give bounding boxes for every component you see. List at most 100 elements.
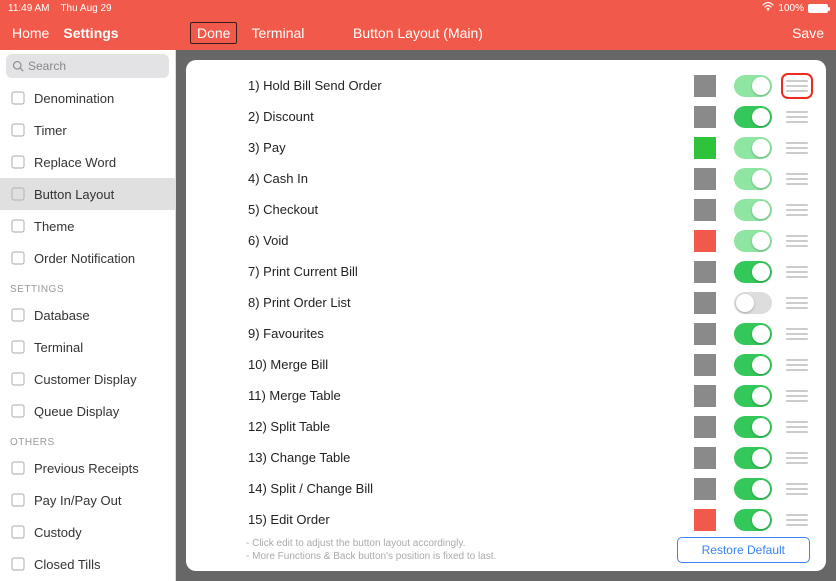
- toggle[interactable]: [734, 230, 772, 252]
- coins-icon: [10, 90, 26, 106]
- layout-row: 15) Edit Order: [198, 504, 814, 533]
- drag-handle-icon[interactable]: [786, 357, 808, 373]
- sidebar-item[interactable]: Theme: [0, 210, 175, 242]
- terminal-link[interactable]: Terminal: [251, 25, 304, 41]
- color-swatch[interactable]: [694, 106, 716, 128]
- color-swatch[interactable]: [694, 292, 716, 314]
- drag-handle-icon[interactable]: [786, 171, 808, 187]
- sidebar-item[interactable]: Customer Display: [0, 363, 175, 395]
- sidebar-item[interactable]: Queue Display: [0, 395, 175, 427]
- done-button[interactable]: Done: [190, 22, 237, 44]
- button-layout-panel: 1) Hold Bill Send Order2) Discount3) Pay…: [186, 60, 826, 571]
- layout-row: 11) Merge Table: [198, 380, 814, 411]
- layout-row: 3) Pay: [198, 132, 814, 163]
- sidebar-item[interactable]: Replace Word: [0, 146, 175, 178]
- drag-handle-icon[interactable]: [786, 450, 808, 466]
- save-button[interactable]: Save: [792, 25, 824, 41]
- drag-handle-icon[interactable]: [786, 202, 808, 218]
- color-swatch[interactable]: [694, 478, 716, 500]
- color-swatch[interactable]: [694, 416, 716, 438]
- restore-default-button[interactable]: Restore Default: [677, 537, 810, 563]
- drag-handle-icon[interactable]: [786, 295, 808, 311]
- color-swatch[interactable]: [694, 261, 716, 283]
- bell-icon: [10, 250, 26, 266]
- drag-handle-icon[interactable]: [786, 419, 808, 435]
- palette-icon: [10, 218, 26, 234]
- color-swatch[interactable]: [694, 75, 716, 97]
- drag-handle-icon[interactable]: [786, 388, 808, 404]
- drag-handle-icon[interactable]: [786, 78, 808, 94]
- page-title: Button Layout (Main): [353, 25, 483, 41]
- toggle[interactable]: [734, 168, 772, 190]
- sidebar-item[interactable]: Order Notification: [0, 242, 175, 274]
- queue-icon: [10, 403, 26, 419]
- sidebar-item[interactable]: Button Layout: [0, 178, 175, 210]
- row-label: 5) Checkout: [198, 202, 694, 217]
- toggle[interactable]: [734, 261, 772, 283]
- color-swatch[interactable]: [694, 447, 716, 469]
- sidebar-item[interactable]: Custody: [0, 516, 175, 548]
- color-swatch[interactable]: [694, 323, 716, 345]
- toggle[interactable]: [734, 75, 772, 97]
- lock-icon: [10, 524, 26, 540]
- color-swatch[interactable]: [694, 354, 716, 376]
- drag-handle-icon[interactable]: [786, 481, 808, 497]
- sidebar-item-label: Custody: [34, 525, 82, 540]
- layout-row: 8) Print Order List: [198, 287, 814, 318]
- till-icon: [10, 556, 26, 572]
- color-swatch[interactable]: [694, 168, 716, 190]
- database-icon: [10, 307, 26, 323]
- toggle[interactable]: [734, 447, 772, 469]
- sidebar-item[interactable]: Timer: [0, 114, 175, 146]
- sidebar-item-label: Replace Word: [34, 155, 116, 170]
- sidebar-item[interactable]: Denomination: [0, 82, 175, 114]
- color-swatch[interactable]: [694, 230, 716, 252]
- toggle[interactable]: [734, 385, 772, 407]
- row-label: 15) Edit Order: [198, 512, 694, 527]
- home-link[interactable]: Home: [12, 25, 49, 41]
- search-icon: [12, 60, 24, 72]
- terminal-icon: [10, 339, 26, 355]
- toggle[interactable]: [734, 292, 772, 314]
- color-swatch[interactable]: [694, 385, 716, 407]
- toggle[interactable]: [734, 137, 772, 159]
- layout-row: 9) Favourites: [198, 318, 814, 349]
- toggle[interactable]: [734, 509, 772, 531]
- drag-handle-icon[interactable]: [786, 233, 808, 249]
- sidebar-item-label: Queue Display: [34, 404, 119, 419]
- drag-handle-icon[interactable]: [786, 512, 808, 528]
- toggle[interactable]: [734, 354, 772, 376]
- status-time: 11:49 AM: [8, 3, 50, 14]
- row-label: 6) Void: [198, 233, 694, 248]
- color-swatch[interactable]: [694, 199, 716, 221]
- color-swatch[interactable]: [694, 137, 716, 159]
- color-swatch[interactable]: [694, 509, 716, 531]
- toggle[interactable]: [734, 478, 772, 500]
- wifi-icon: [762, 2, 774, 14]
- sidebar-item-label: Customer Display: [34, 372, 137, 387]
- row-label: 12) Split Table: [198, 419, 694, 434]
- sidebar-item-label: Previous Receipts: [34, 461, 139, 476]
- sidebar-item[interactable]: Terminal: [0, 331, 175, 363]
- drag-handle-icon[interactable]: [786, 140, 808, 156]
- sidebar-item-label: Database: [34, 308, 90, 323]
- sidebar-item[interactable]: Closed Tills: [0, 548, 175, 580]
- battery-text: 100%: [778, 3, 804, 14]
- toggle[interactable]: [734, 416, 772, 438]
- battery-icon: [808, 4, 828, 13]
- toggle[interactable]: [734, 199, 772, 221]
- sidebar-item[interactable]: Pay In/Pay Out: [0, 484, 175, 516]
- toggle[interactable]: [734, 323, 772, 345]
- row-label: 2) Discount: [198, 109, 694, 124]
- drag-handle-icon[interactable]: [786, 326, 808, 342]
- sidebar-item[interactable]: Database: [0, 299, 175, 331]
- sidebar-item[interactable]: Previous Receipts: [0, 452, 175, 484]
- hourglass-icon: [10, 122, 26, 138]
- drag-handle-icon[interactable]: [786, 264, 808, 280]
- display-icon: [10, 371, 26, 387]
- settings-link[interactable]: Settings: [63, 25, 118, 41]
- search-input[interactable]: Search: [6, 54, 169, 78]
- layout-row: 10) Merge Bill: [198, 349, 814, 380]
- toggle[interactable]: [734, 106, 772, 128]
- drag-handle-icon[interactable]: [786, 109, 808, 125]
